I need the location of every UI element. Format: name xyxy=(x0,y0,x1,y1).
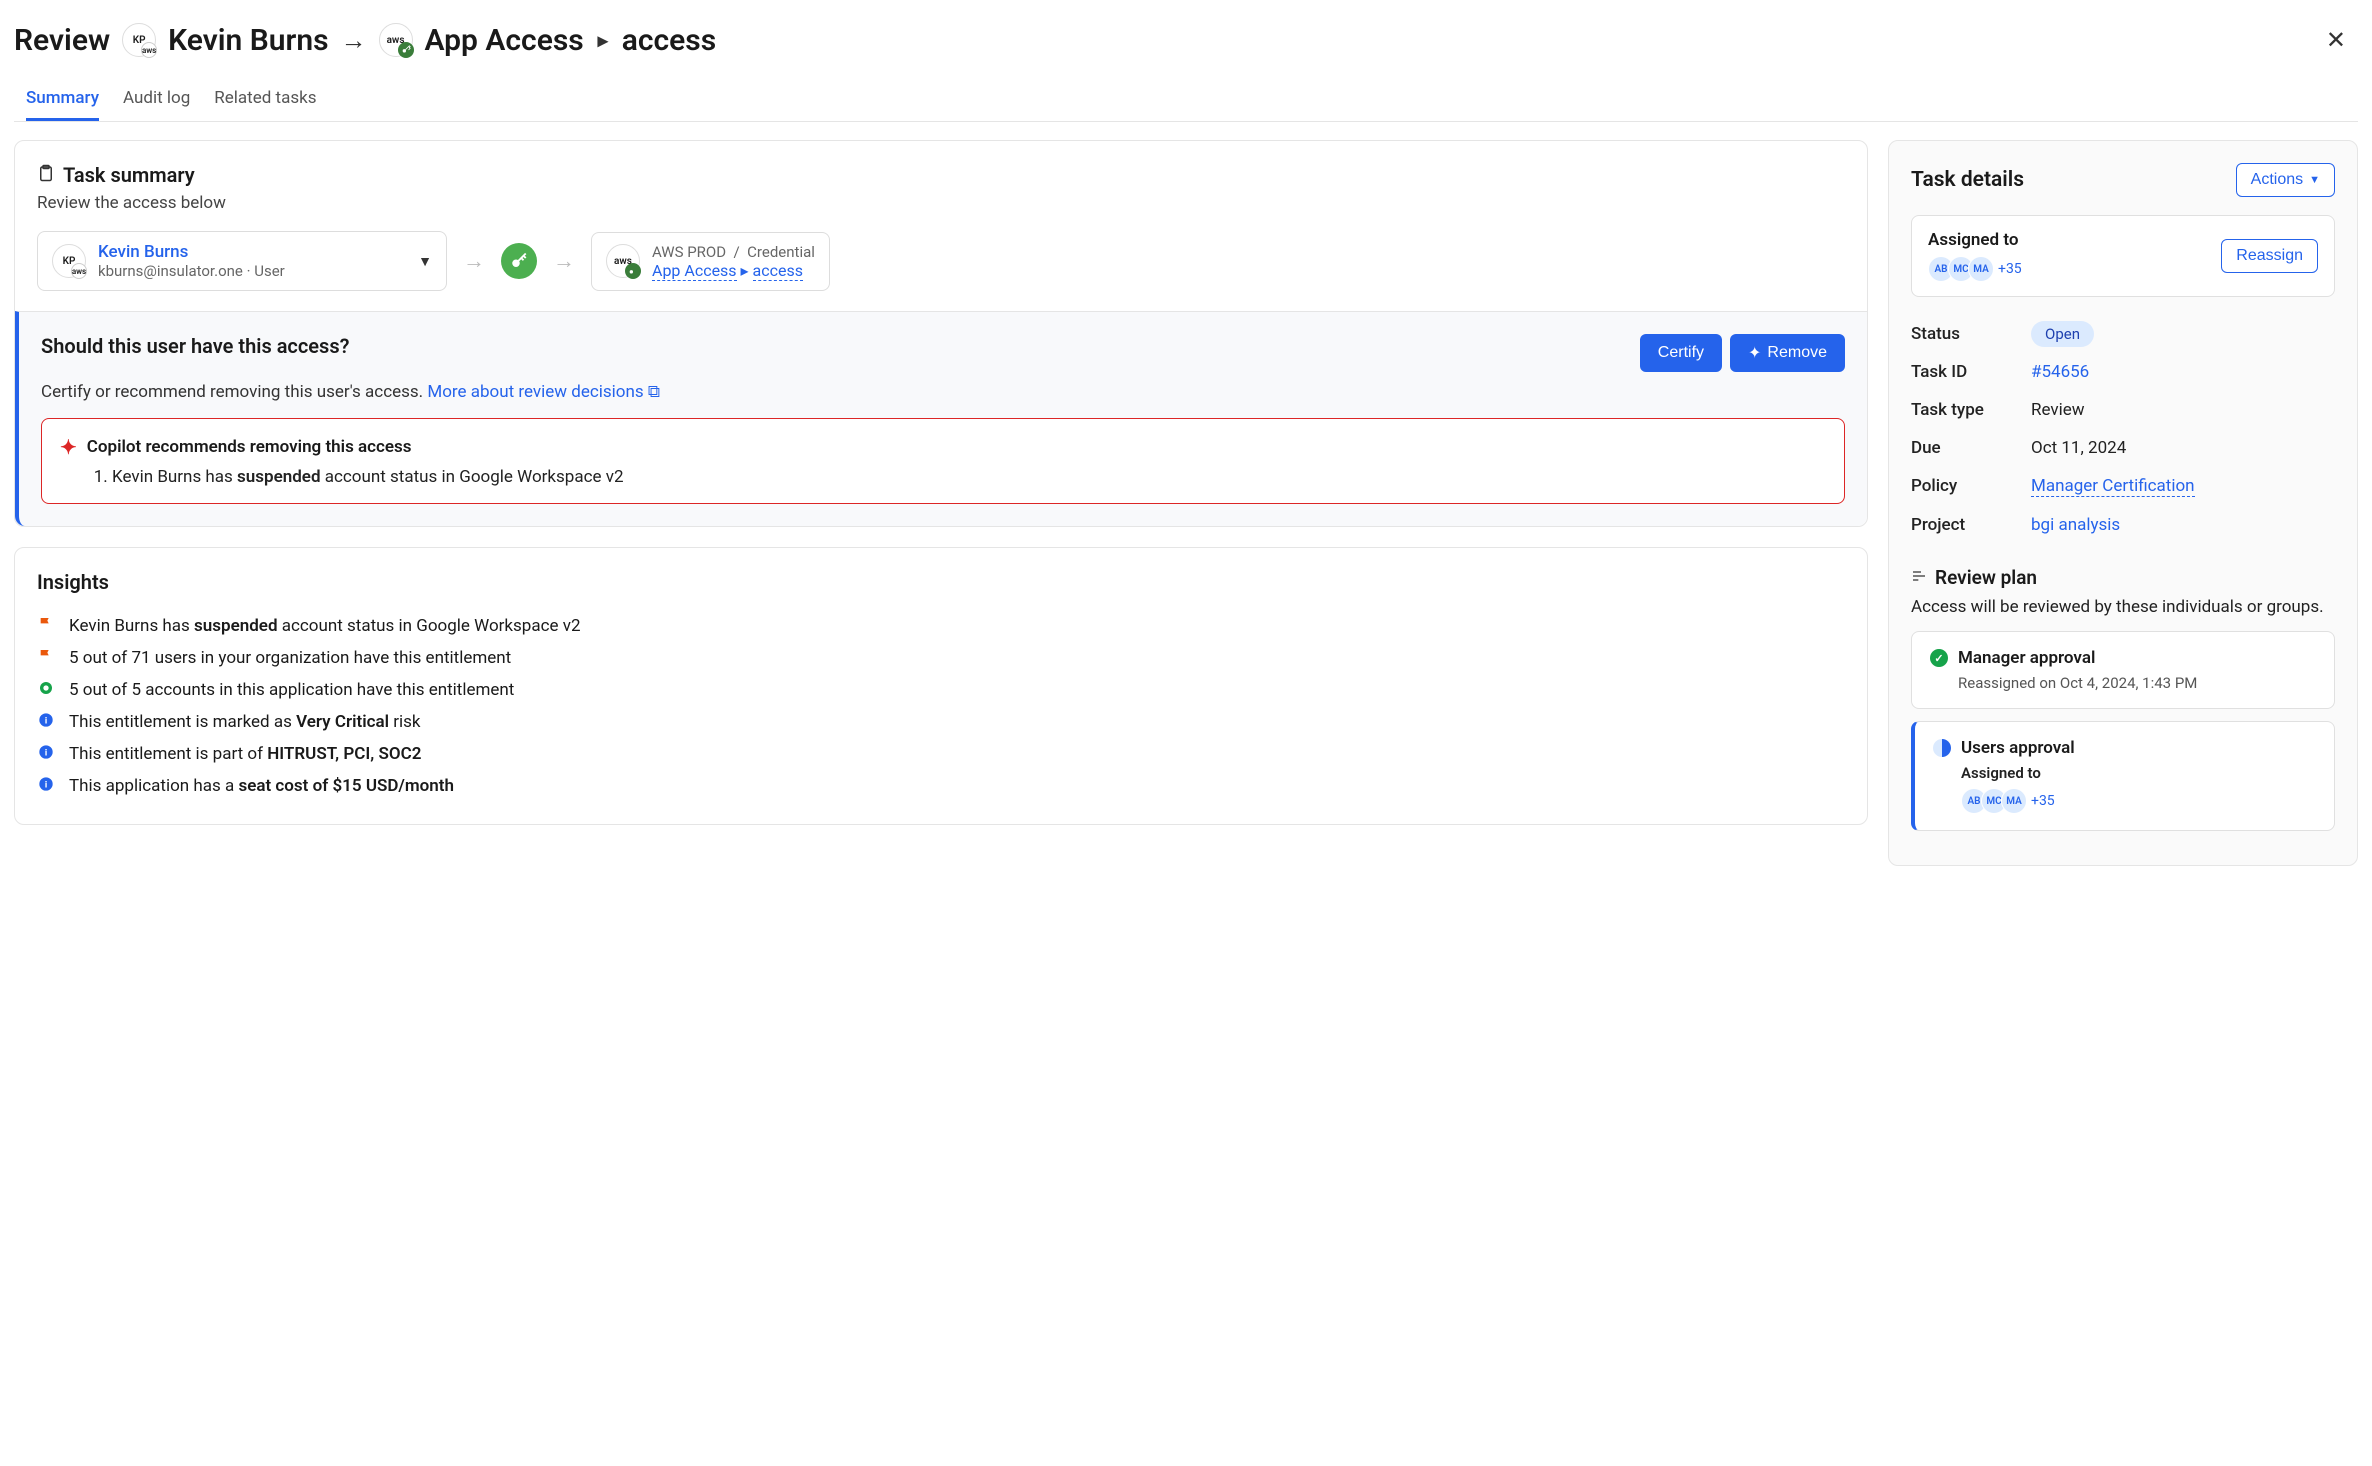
due-value: Oct 11, 2024 xyxy=(2031,438,2126,458)
decision-subtitle: Certify or recommend removing this user'… xyxy=(41,382,1845,402)
avatar: MA xyxy=(1968,256,1994,282)
policy-label: Policy xyxy=(1911,476,2031,497)
circle-green-icon xyxy=(37,680,55,696)
clipboard-icon xyxy=(37,163,55,187)
taskid-link[interactable]: #54656 xyxy=(2031,362,2089,382)
project-link[interactable]: bgi analysis xyxy=(2031,515,2120,535)
tab-audit-log[interactable]: Audit log xyxy=(123,78,190,121)
taskid-label: Task ID xyxy=(1911,362,2031,382)
sparkle-icon: ✦ xyxy=(60,435,77,459)
assigned-to-label: Assigned to xyxy=(1928,230,2022,250)
check-icon: ✓ xyxy=(1930,649,1948,667)
copilot-reason: Kevin Burns has suspended account status… xyxy=(112,467,1826,487)
copilot-recommendation: ✦ Copilot recommends removing this acces… xyxy=(41,418,1845,504)
progress-icon xyxy=(1933,739,1951,757)
tab-related-tasks[interactable]: Related tasks xyxy=(214,78,316,121)
svg-text:i: i xyxy=(45,747,48,757)
flow-user-card[interactable]: KP aws Kevin Burns kburns@insulator.one … xyxy=(37,231,447,291)
avatar-more[interactable]: +35 xyxy=(1998,261,2022,277)
sparkle-icon: ✦ xyxy=(1748,343,1761,363)
insight-item: 5 out of 71 users in your organization h… xyxy=(37,642,1845,674)
svg-text:i: i xyxy=(45,779,48,789)
arrow-icon: → xyxy=(463,248,485,274)
insight-item: iThis entitlement is part of HITRUST, PC… xyxy=(37,738,1845,770)
caret-right-icon: ▸ xyxy=(598,28,608,52)
review-plan-title: Review plan xyxy=(1935,566,2037,589)
plan-step-manager: ✓ Manager approval Reassigned on Oct 4, … xyxy=(1911,631,2335,709)
avatar-stack[interactable]: AB MC MA +35 xyxy=(1928,256,2022,282)
list-icon xyxy=(1911,566,1927,589)
task-details-title: Task details xyxy=(1911,168,2024,192)
plan-step-title: Users approval xyxy=(1961,738,2075,758)
avatar: MA xyxy=(2001,788,2027,814)
insight-item: iThis application has a seat cost of $15… xyxy=(37,770,1845,802)
flow-access-link[interactable]: access xyxy=(753,261,803,281)
plan-step-meta: Reassigned on Oct 4, 2024, 1:43 PM xyxy=(1958,674,2316,692)
info-blue-icon: i xyxy=(37,712,55,728)
tasktype-value: Review xyxy=(2031,400,2085,420)
decision-title: Should this user have this access? xyxy=(41,334,349,358)
task-summary-card: Task summary Review the access below KP … xyxy=(14,140,1868,527)
page-title: Review KP aws Kevin Burns → aws App Acce… xyxy=(14,23,716,58)
actions-button[interactable]: Actions ▼ xyxy=(2236,163,2335,197)
flow-user-meta: kburns@insulator.one · User xyxy=(98,262,285,280)
user-avatar-icon: KP aws xyxy=(52,244,86,278)
tasktype-label: Task type xyxy=(1911,400,2031,420)
plan-assigned-label: Assigned to xyxy=(1961,764,2316,782)
flow-target-env: AWS PROD / Credential xyxy=(652,243,815,261)
insights-title: Insights xyxy=(37,570,1845,594)
tab-summary[interactable]: Summary xyxy=(26,78,99,121)
assigned-to-box: Assigned to AB MC MA +35 Reassign xyxy=(1911,215,2335,297)
avatar-stack[interactable]: AB MC MA +35 xyxy=(1961,788,2316,814)
app-avatar-icon: aws xyxy=(379,23,413,57)
flag-orange-icon xyxy=(37,616,55,632)
plan-step-title: Manager approval xyxy=(1958,648,2095,668)
external-link-icon: ⧉ xyxy=(648,382,660,402)
user-avatar-icon: KP aws xyxy=(122,23,156,57)
tabs: Summary Audit log Related tasks xyxy=(14,78,2358,122)
reassign-button[interactable]: Reassign xyxy=(2221,239,2318,273)
app-avatar-icon: aws xyxy=(606,244,640,278)
project-label: Project xyxy=(1911,515,2031,535)
flow-app-link[interactable]: App Access xyxy=(652,261,737,281)
status-badge: Open xyxy=(2031,321,2094,347)
flow-user-name[interactable]: Kevin Burns xyxy=(98,242,285,262)
decision-help-link[interactable]: More about review decisions ⧉ xyxy=(427,382,660,402)
review-plan-subtitle: Access will be reviewed by these individ… xyxy=(1911,597,2335,617)
chevron-down-icon: ▼ xyxy=(2309,174,2320,186)
remove-button[interactable]: ✦ Remove xyxy=(1730,334,1845,372)
flag-orange-icon xyxy=(37,648,55,664)
svg-text:i: i xyxy=(45,715,48,725)
info-blue-icon: i xyxy=(37,744,55,760)
avatar-more[interactable]: +35 xyxy=(2031,793,2055,809)
chevron-down-icon[interactable]: ▼ xyxy=(418,253,432,270)
task-details-panel: Task details Actions ▼ Assigned to AB MC… xyxy=(1888,140,2358,866)
header-app-name: App Access xyxy=(425,23,584,58)
plan-step-users: Users approval Assigned to AB MC MA +35 xyxy=(1911,721,2335,831)
task-summary-title: Task summary xyxy=(63,163,195,187)
certify-button[interactable]: Certify xyxy=(1640,334,1722,372)
copilot-title-text: Copilot recommends removing this access xyxy=(87,437,412,457)
info-blue-icon: i xyxy=(37,776,55,792)
insight-item: Kevin Burns has suspended account status… xyxy=(37,610,1845,642)
arrow-icon: → xyxy=(341,25,367,56)
key-icon xyxy=(501,243,537,279)
policy-link[interactable]: Manager Certification xyxy=(2031,476,2195,497)
arrow-icon: → xyxy=(553,248,575,274)
task-summary-subtitle: Review the access below xyxy=(37,193,1845,213)
header-user-name: Kevin Burns xyxy=(168,23,328,58)
flow-target-links: App Access ▸ access xyxy=(652,261,815,280)
insight-item: iThis entitlement is marked as Very Crit… xyxy=(37,706,1845,738)
due-label: Due xyxy=(1911,438,2031,458)
decision-block: Should this user have this access? Certi… xyxy=(15,311,1867,526)
close-icon[interactable]: ✕ xyxy=(2314,22,2358,58)
header-access-name: access xyxy=(622,23,716,58)
flow-target-card: aws AWS PROD / Credential App Access ▸ a… xyxy=(591,232,830,291)
status-label: Status xyxy=(1911,324,2031,344)
insight-item: 5 out of 5 accounts in this application … xyxy=(37,674,1845,706)
review-label: Review xyxy=(14,23,110,58)
insights-card: Insights Kevin Burns has suspended accou… xyxy=(14,547,1868,825)
